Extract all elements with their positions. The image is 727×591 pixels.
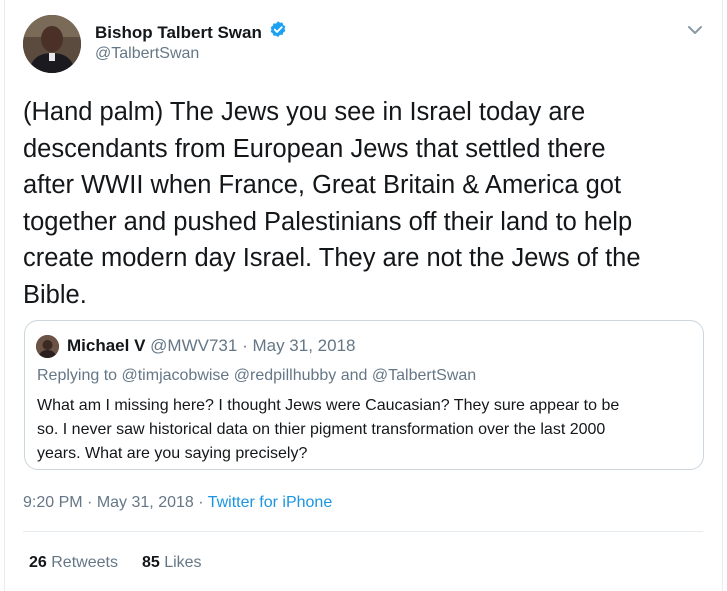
quoted-replying-to: Replying to @timjacobwise @redpillhubby … <box>37 367 477 384</box>
author-avatar[interactable] <box>23 15 81 73</box>
quoted-separator: · <box>242 336 248 355</box>
likes-count: 85 <box>141 554 160 571</box>
quoted-author-handle: @MWV731 <box>150 336 238 355</box>
likes-label: Likes <box>164 554 202 571</box>
meta-separator: · <box>87 494 93 511</box>
tweet-stats: 26 Retweets 85 Likes <box>29 554 202 572</box>
quoted-author-avatar <box>36 335 59 358</box>
divider <box>23 531 703 532</box>
author-handle[interactable]: @TalbertSwan <box>95 45 199 63</box>
meta-separator: · <box>198 494 204 511</box>
tweet-text-line: descendants from European Jews that sett… <box>23 134 606 163</box>
quoted-author-name: Michael V <box>67 336 146 355</box>
tweet-text: (Hand palm) The Jews you see in Israel t… <box>23 94 713 313</box>
quoted-text-line: What am I missing here? I thought Jews w… <box>37 397 620 414</box>
quoted-tweet-text: What am I missing here? I thought Jews w… <box>37 394 697 466</box>
retweets-count: 26 <box>29 554 47 571</box>
quoted-tweet[interactable]: Michael V @MWV731 · May 31, 2018 Replyin… <box>24 320 704 470</box>
quoted-text-line: so. I never saw historical data on thier… <box>37 421 606 438</box>
tweet-time[interactable]: 9:20 PM <box>23 494 83 511</box>
tweet-source-link[interactable]: Twitter for iPhone <box>208 494 333 511</box>
chevron-down-icon[interactable] <box>685 20 705 40</box>
tweet-text-line: together and pushed Palestinians off the… <box>23 207 633 236</box>
tweet-text-line: (Hand palm) The Jews you see in Israel t… <box>23 98 586 126</box>
verified-badge-icon <box>268 20 288 45</box>
quoted-date: May 31, 2018 <box>252 336 356 355</box>
tweet-meta: 9:20 PM · May 31, 2018 · Twitter for iPh… <box>23 494 332 512</box>
retweets-label: Retweets <box>51 554 118 571</box>
tweet-date[interactable]: May 31, 2018 <box>97 494 194 511</box>
tweet-text-line: after WWII when France, Great Britain & … <box>23 171 622 199</box>
tweet-text-line: create modern day Israel. They are not t… <box>23 244 641 272</box>
likes-stat[interactable]: 85 Likes <box>142 554 202 572</box>
retweets-stat[interactable]: 26 Retweets <box>29 554 118 572</box>
quoted-text-line: years. What are you saying precisely? <box>37 445 308 462</box>
tweet-text-line: Bible. <box>23 280 87 309</box>
author-name[interactable]: Bishop Talbert Swan <box>95 23 262 43</box>
